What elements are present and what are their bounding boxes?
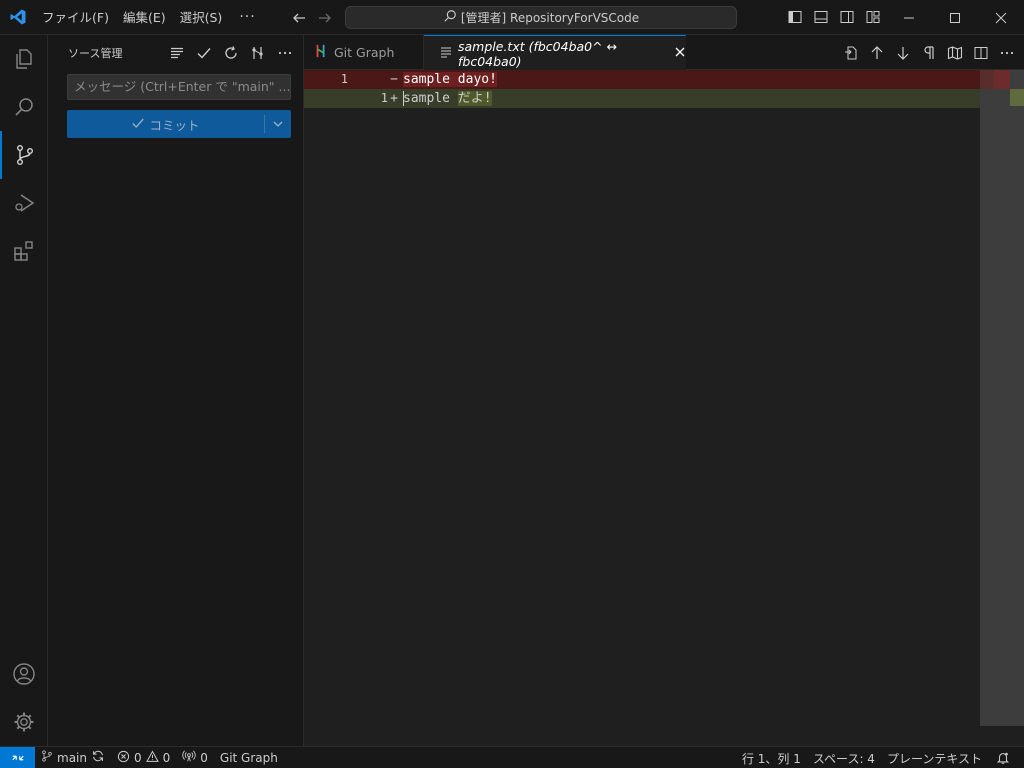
branch-icon xyxy=(41,750,53,765)
deleted-line-text: sample dayo! xyxy=(403,70,980,89)
activity-bar xyxy=(0,35,48,746)
deleted-text: sample dayo! xyxy=(403,72,497,87)
indentation[interactable]: スペース: 4 xyxy=(807,747,881,768)
check-icon xyxy=(131,116,145,133)
minimap-deleted-marker-strong xyxy=(994,70,1010,89)
source-control-sidebar: ソース管理 メッセージ (Ctrl+Enter で "main" ... コミッ… xyxy=(48,35,304,746)
error-count: 0 xyxy=(133,750,142,765)
sync-icon[interactable] xyxy=(91,749,105,766)
tab-label: Git Graph xyxy=(334,45,395,60)
error-icon xyxy=(117,750,130,766)
added-sign: + xyxy=(390,91,398,106)
menu-selection[interactable]: 選択(S) xyxy=(173,0,230,35)
text-file-icon xyxy=(440,46,452,61)
accounts-icon[interactable] xyxy=(0,650,48,698)
command-center-search[interactable]: [管理者] RepositoryForVSCode xyxy=(345,6,737,29)
toggle-minimap-icon[interactable] xyxy=(945,43,964,62)
next-change-icon[interactable] xyxy=(893,43,912,62)
open-file-icon[interactable] xyxy=(841,43,860,62)
commit-message-input[interactable]: メッセージ (Ctrl+Enter で "main" ... xyxy=(67,74,291,100)
cursor-position[interactable]: 行 1、列 1 xyxy=(736,747,807,768)
back-arrow-icon[interactable] xyxy=(289,8,309,28)
close-tab-icon[interactable] xyxy=(674,46,686,61)
toggle-secondary-sidebar-icon[interactable] xyxy=(838,8,856,26)
view-as-tree-icon[interactable] xyxy=(167,43,187,63)
warning-count: 0 xyxy=(162,750,171,765)
tab-label: sample.txt (fbc04ba0^ ↔ fbc04ba0) xyxy=(458,38,618,69)
removed-sign: − xyxy=(390,72,398,87)
explorer-icon[interactable] xyxy=(0,35,48,83)
diff-editor[interactable]: 1 − sample dayo! 1 + sample だよ! xyxy=(304,70,1024,746)
customize-layout-icon[interactable] xyxy=(864,8,882,26)
overview-ruler[interactable] xyxy=(980,70,1024,726)
unchanged-text: sample xyxy=(403,91,458,106)
previous-change-icon[interactable] xyxy=(867,43,886,62)
search-icon xyxy=(443,9,457,26)
branch-name: main xyxy=(57,750,87,765)
inserted-line-text: sample だよ! xyxy=(403,89,980,108)
menu-edit[interactable]: 編集(E) xyxy=(116,0,173,35)
status-bar: main 0 0 0 Git Graph 行 1、列 1 スペース: 4 プレー… xyxy=(0,746,1024,768)
broadcast-icon xyxy=(182,749,196,766)
menu-more-button[interactable]: ··· xyxy=(229,0,265,35)
editor-tab-bar: Git Graph sample.txt (fbc04ba0^ ↔ fbc04b… xyxy=(304,35,1024,71)
forward-arrow-icon[interactable] xyxy=(315,8,335,28)
git-graph-tab-icon xyxy=(314,44,328,61)
remote-indicator[interactable] xyxy=(0,746,35,768)
close-window-icon[interactable] xyxy=(978,0,1024,35)
inserted-line: 1 + sample だよ! xyxy=(304,89,980,108)
language-mode[interactable]: プレーンテキスト xyxy=(881,747,988,768)
split-editor-icon[interactable] xyxy=(971,43,990,62)
deleted-line: 1 − sample dayo! xyxy=(304,70,980,89)
vscode-logo-icon xyxy=(0,0,35,35)
menu-file[interactable]: ファイル(F) xyxy=(35,0,116,35)
problems-indicator[interactable]: 0 0 xyxy=(111,747,176,768)
toggle-primary-sidebar-icon[interactable] xyxy=(786,8,804,26)
tab-sample-diff[interactable]: sample.txt (fbc04ba0^ ↔ fbc04ba0) xyxy=(424,35,686,71)
git-graph-status-button[interactable]: Git Graph xyxy=(214,747,284,768)
manage-gear-icon[interactable] xyxy=(0,698,48,746)
title-bar: ファイル(F) 編集(E) 選択(S) ··· [管理者] Repository… xyxy=(0,0,1024,35)
tab-git-graph[interactable]: Git Graph xyxy=(304,35,424,70)
show-whitespace-icon[interactable] xyxy=(919,43,938,62)
toggle-panel-icon[interactable] xyxy=(812,8,830,26)
git-graph-icon[interactable] xyxy=(248,43,268,63)
original-line-number: 1 xyxy=(340,72,348,86)
command-center-text: [管理者] RepositoryForVSCode xyxy=(460,11,640,25)
commit-dropdown-chevron-icon[interactable] xyxy=(265,118,291,130)
warning-icon xyxy=(145,749,159,766)
run-and-debug-icon[interactable] xyxy=(0,179,48,227)
extensions-icon[interactable] xyxy=(0,227,48,275)
commit-button[interactable]: コミット xyxy=(67,110,291,138)
commit-label: コミット xyxy=(149,117,200,133)
modified-line-number: 1 xyxy=(380,91,388,105)
search-view-icon[interactable] xyxy=(0,83,48,131)
minimize-icon[interactable] xyxy=(886,0,932,35)
commit-check-icon[interactable] xyxy=(194,43,214,63)
more-actions-icon[interactable] xyxy=(275,43,295,63)
maximize-icon[interactable] xyxy=(932,0,978,35)
ports-indicator[interactable]: 0 xyxy=(176,747,214,768)
refresh-icon[interactable] xyxy=(221,43,241,63)
minimap-inserted-marker xyxy=(1010,89,1024,106)
ports-count: 0 xyxy=(200,750,208,765)
inserted-text: だよ! xyxy=(457,91,492,106)
more-editor-actions-icon[interactable] xyxy=(997,43,1016,62)
source-control-icon[interactable] xyxy=(0,131,48,179)
branch-indicator[interactable]: main xyxy=(35,747,111,768)
minimap-deleted-marker xyxy=(980,70,994,89)
notifications-bell-icon[interactable] xyxy=(988,747,1024,768)
